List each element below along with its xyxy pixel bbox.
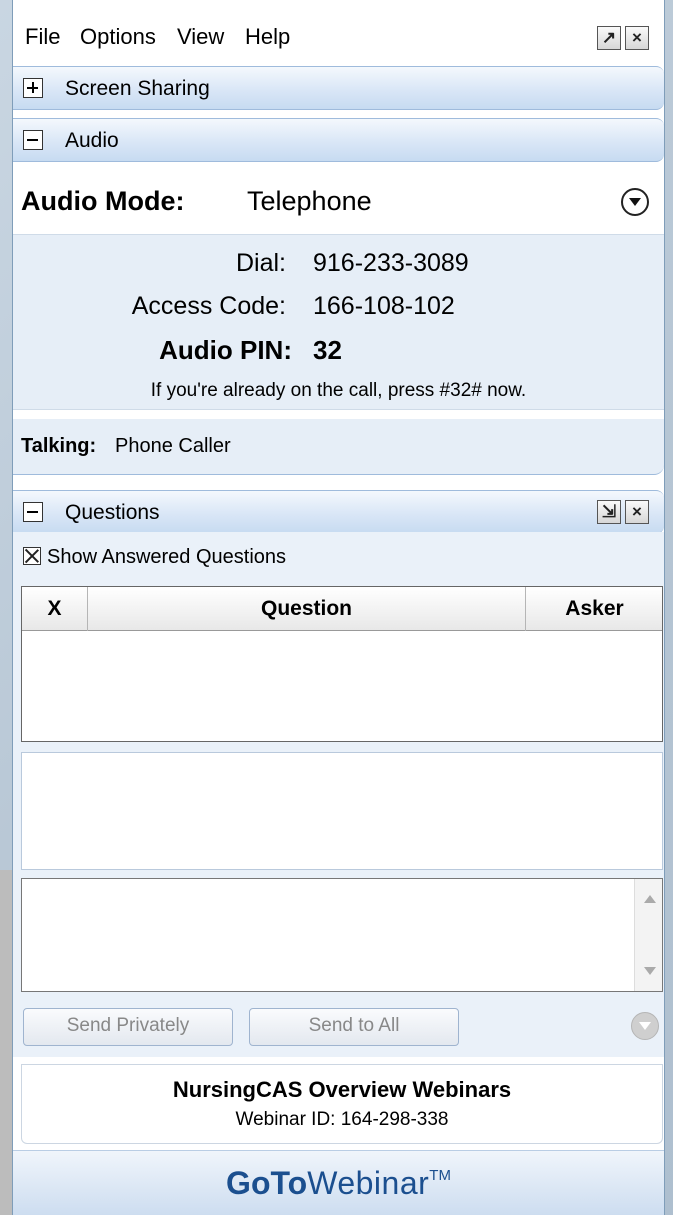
already-on-call-note: If you're already on the call, press #32… <box>150 380 527 401</box>
webinar-title: NursingCAS Overview Webinars <box>172 1077 512 1102</box>
show-answered-questions[interactable]: Show Answered Questions <box>23 546 286 569</box>
questions-header[interactable]: Questions ⇲ × <box>13 490 664 534</box>
answer-scrollbar[interactable] <box>634 879 662 991</box>
screen-sharing-title: Screen Sharing <box>65 77 210 100</box>
audio-title: Audio <box>65 129 119 152</box>
webinar-info: NursingCAS Overview Webinars Webinar ID:… <box>21 1064 663 1144</box>
audio-pin-label: Audio PIN: <box>159 335 292 365</box>
access-code-value: 166-108-102 <box>313 292 455 320</box>
logo-webinar: Webinar <box>307 1165 430 1201</box>
questions-table-header: X Question Asker <box>22 587 662 631</box>
questions-panel: Show Answered Questions X Question Asker… <box>13 532 664 1057</box>
expand-icon[interactable] <box>23 78 43 98</box>
send-to-all-button[interactable]: Send to All <box>249 1008 459 1046</box>
collapse-icon[interactable] <box>23 502 43 522</box>
talking-label: Talking: <box>21 435 97 457</box>
column-x[interactable]: X <box>22 587 88 631</box>
column-asker[interactable]: Asker <box>526 587 663 631</box>
audio-header[interactable]: Audio <box>13 118 664 162</box>
screen-sharing-header[interactable]: Screen Sharing <box>13 66 664 110</box>
close-icon[interactable]: × <box>625 26 649 50</box>
popout-icon[interactable]: ⇲ <box>597 500 621 524</box>
dial-info: Dial: 916-233-3089 Access Code: 166-108-… <box>13 234 664 410</box>
dial-label: Dial: <box>235 249 286 277</box>
audio-mode-dropdown-icon[interactable] <box>621 188 649 216</box>
webinar-id: Webinar ID: 164-298-338 <box>235 1109 449 1130</box>
dial-number: 916-233-3089 <box>313 249 469 277</box>
audio-panel: Audio Mode: Telephone Dial: 916-233-3089… <box>13 162 664 488</box>
menu-view[interactable]: View <box>177 24 224 50</box>
brand-bar: GoToWebinarTM <box>13 1150 664 1215</box>
talking-value: Phone Caller <box>115 435 231 457</box>
logo-tm: TM <box>429 1167 451 1184</box>
scroll-down-icon[interactable] <box>644 967 656 975</box>
popout-icon[interactable]: ↗ <box>597 26 621 50</box>
logo-goto: GoTo <box>226 1165 308 1201</box>
gotowebinar-control-panel: File Options View Help ↗ × Screen Sharin… <box>12 0 665 1215</box>
menu-options[interactable]: Options <box>80 24 156 50</box>
audio-pin-value: 32 <box>313 335 342 365</box>
menu-file[interactable]: File <box>25 24 60 50</box>
questions-table: X Question Asker <box>21 586 663 742</box>
question-detail-area <box>21 752 663 870</box>
audio-mode-value: Telephone <box>247 186 372 216</box>
menu-help[interactable]: Help <box>245 24 290 50</box>
send-options-dropdown-icon[interactable] <box>631 1012 659 1040</box>
close-icon[interactable]: × <box>625 500 649 524</box>
show-answered-label: Show Answered Questions <box>47 546 287 568</box>
collapse-icon[interactable] <box>23 130 43 150</box>
questions-title: Questions <box>65 501 160 524</box>
send-privately-button[interactable]: Send Privately <box>23 1008 233 1046</box>
answer-input[interactable] <box>21 878 663 992</box>
show-answered-checkbox[interactable] <box>23 547 41 565</box>
audio-mode-label: Audio Mode: <box>21 186 185 216</box>
scroll-up-icon[interactable] <box>644 895 656 903</box>
column-question[interactable]: Question <box>88 587 526 631</box>
talking-bar: Talking: Phone Caller <box>13 419 664 475</box>
access-code-label: Access Code: <box>131 292 286 320</box>
gotowebinar-logo: GoToWebinarTM <box>226 1165 451 1202</box>
menubar: File Options View Help ↗ × <box>13 14 664 62</box>
